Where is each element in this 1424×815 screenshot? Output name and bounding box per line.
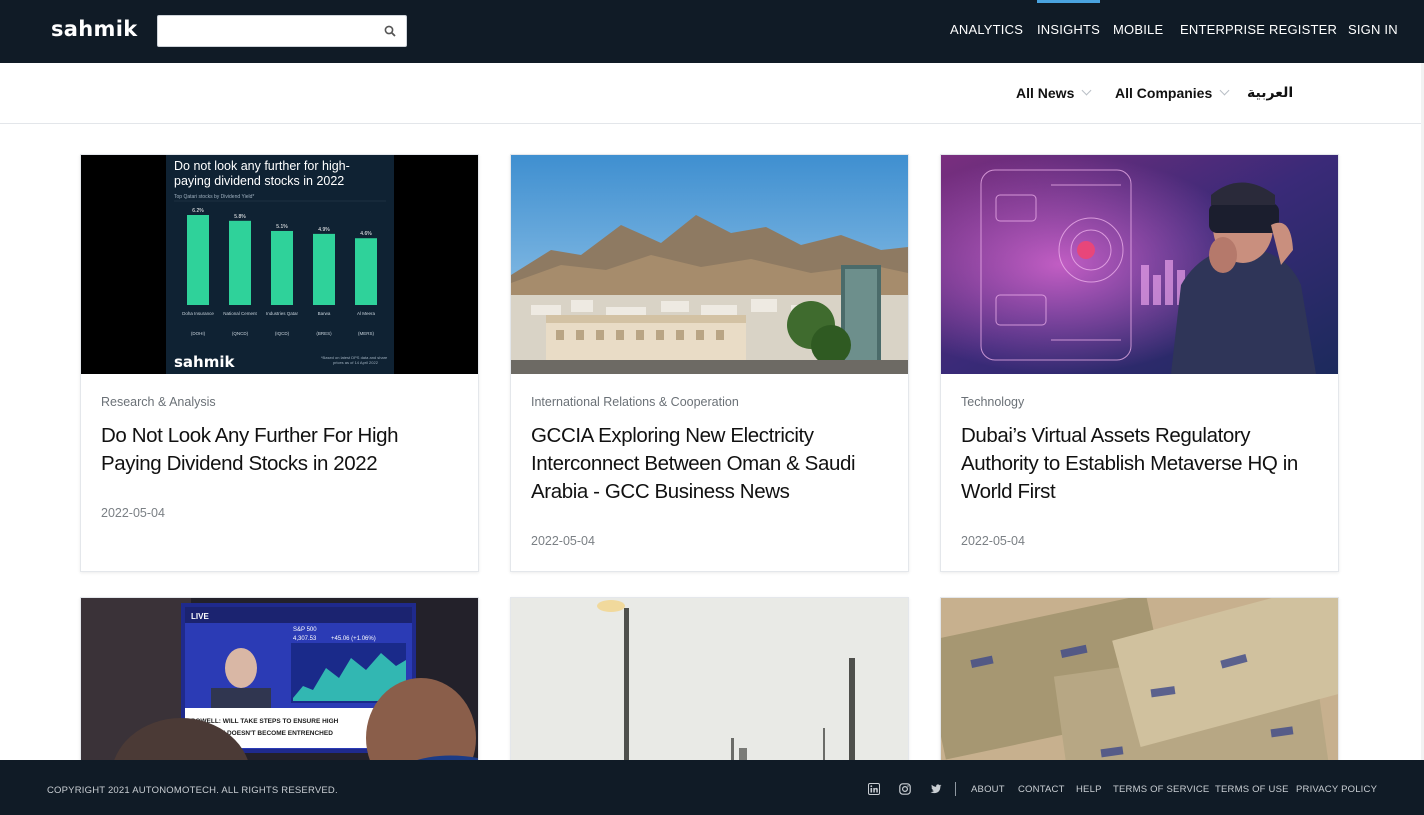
dividend-bar-name: National Cement xyxy=(223,311,257,316)
all-news-label: All News xyxy=(1016,85,1075,101)
search-input[interactable] xyxy=(158,16,378,46)
footer-link-contact[interactable]: CONTACT xyxy=(1018,784,1065,795)
nav-register[interactable]: REGISTER xyxy=(1269,22,1337,37)
dividend-bar-ticker: (DOHI) xyxy=(191,331,206,336)
article-category[interactable]: Research & Analysis xyxy=(101,395,216,409)
article-image-dividend-chart[interactable]: Do not look any further for high- paying… xyxy=(81,155,478,374)
article-title[interactable]: GCCIA Exploring New Electricity Intercon… xyxy=(531,422,893,506)
footer-link-terms-of-service[interactable]: TERMS OF SERVICE xyxy=(1113,784,1209,795)
article-date: 2022-05-04 xyxy=(531,534,595,548)
article-date: 2022-05-04 xyxy=(101,506,165,520)
article-image-metaverse[interactable] xyxy=(941,155,1338,374)
copyright-text: COPYRIGHT 2021 AUTONOMOTECH. ALL RIGHTS … xyxy=(47,785,338,796)
thumb-brand: sahmik xyxy=(174,353,236,371)
search-box[interactable] xyxy=(157,15,407,47)
oman-city-photo xyxy=(511,155,908,374)
dividend-bar-ticker: (IQCD) xyxy=(275,331,290,336)
all-companies-dropdown[interactable]: All Companies xyxy=(1115,85,1230,101)
nav-enterprise[interactable]: ENTERPRISE xyxy=(1180,22,1265,37)
top-navbar: sahmik ANALYTICS INSIGHTS MOBILE ENTERPR… xyxy=(0,0,1424,63)
article-title[interactable]: Do Not Look Any Further For High Paying … xyxy=(101,422,463,478)
article-category[interactable]: International Relations & Cooperation xyxy=(531,395,739,409)
tv-index-label: S&P 500 xyxy=(293,627,317,633)
dividend-bar-ticker: (QNCD) xyxy=(232,331,249,336)
footer: COPYRIGHT 2021 AUTONOMOTECH. ALL RIGHTS … xyxy=(0,760,1424,815)
dividend-bar-name: Industries Qatar xyxy=(266,311,299,316)
dividend-bar-value: 6.2% xyxy=(192,208,204,214)
article-image-oman-city[interactable] xyxy=(511,155,908,374)
dividend-bar xyxy=(187,215,209,305)
instagram-icon[interactable] xyxy=(899,783,911,795)
dividend-bar-name: Barwa xyxy=(318,311,331,316)
nav-sign-in[interactable]: SIGN IN xyxy=(1348,22,1398,37)
nav-analytics[interactable]: ANALYTICS xyxy=(950,22,1023,37)
thumb-footnote-line2: prices as of 14 April 2022 xyxy=(333,360,379,365)
thumb-heading-line2: paying dividend stocks in 2022 xyxy=(174,174,344,188)
dividend-bar-name: Al Meera xyxy=(357,311,376,316)
twitter-icon[interactable] xyxy=(930,783,942,795)
dividend-bar xyxy=(355,238,377,305)
tv-ticker-text-line1: POWELL: WILL TAKE STEPS TO ENSURE HIGH xyxy=(191,718,339,725)
nav-mobile[interactable]: MOBILE xyxy=(1113,22,1163,37)
filter-bar: All News All Companies العربية xyxy=(0,63,1424,124)
article-category[interactable]: Technology xyxy=(961,395,1024,409)
tv-live-badge: LIVE xyxy=(191,612,209,621)
nav-insights[interactable]: INSIGHTS xyxy=(1037,0,1100,37)
language-switch-link[interactable]: العربية xyxy=(1247,85,1293,101)
article-title[interactable]: Dubai’s Virtual Assets Regulatory Author… xyxy=(961,422,1323,506)
chevron-down-icon xyxy=(1219,85,1230,96)
article-card[interactable]: Do not look any further for high- paying… xyxy=(80,154,479,572)
article-card[interactable]: International Relations & Cooperation GC… xyxy=(510,154,909,572)
tv-index-value: 4,307.53 xyxy=(293,636,317,642)
chevron-down-icon xyxy=(1081,85,1092,96)
tv-index-change: +45.06 (+1.06%) xyxy=(331,636,376,642)
dividend-bar-ticker: (MERS) xyxy=(358,331,374,336)
dividend-bar xyxy=(271,230,293,305)
footer-divider xyxy=(955,782,956,796)
sahmik-logo[interactable]: sahmik xyxy=(51,17,137,41)
thumb-subheading: Top Qatari stocks by Dividend Yield* xyxy=(174,194,254,200)
footer-link-privacy-policy[interactable]: PRIVACY POLICY xyxy=(1296,784,1377,795)
all-news-dropdown[interactable]: All News xyxy=(1016,85,1092,101)
linkedin-icon[interactable] xyxy=(868,783,880,795)
dividend-bar-name: Doha Insurance xyxy=(182,311,214,316)
article-card[interactable]: Technology Dubai’s Virtual Assets Regula… xyxy=(940,154,1339,572)
dividend-bar-value: 5.1% xyxy=(276,224,288,230)
dividend-bar xyxy=(313,233,335,305)
footer-link-terms-of-use[interactable]: TERMS OF USE xyxy=(1215,784,1289,795)
all-companies-label: All Companies xyxy=(1115,85,1213,101)
dividend-bar-ticker: (BRES) xyxy=(316,331,332,336)
article-date: 2022-05-04 xyxy=(961,534,1025,548)
thumb-heading-line1: Do not look any further for high- xyxy=(174,159,350,173)
dividend-bar xyxy=(229,220,251,305)
footer-link-help[interactable]: HELP xyxy=(1076,784,1102,795)
search-icon[interactable] xyxy=(384,25,396,37)
vr-headset-photo xyxy=(941,155,1338,374)
footer-link-about[interactable]: ABOUT xyxy=(971,784,1005,795)
dividend-chart-thumbnail: Do not look any further for high- paying… xyxy=(166,155,394,374)
dividend-bar-value: 4.9% xyxy=(318,227,330,233)
dividend-bar-value: 5.8% xyxy=(234,214,246,220)
dividend-bar-value: 4.6% xyxy=(360,231,372,237)
